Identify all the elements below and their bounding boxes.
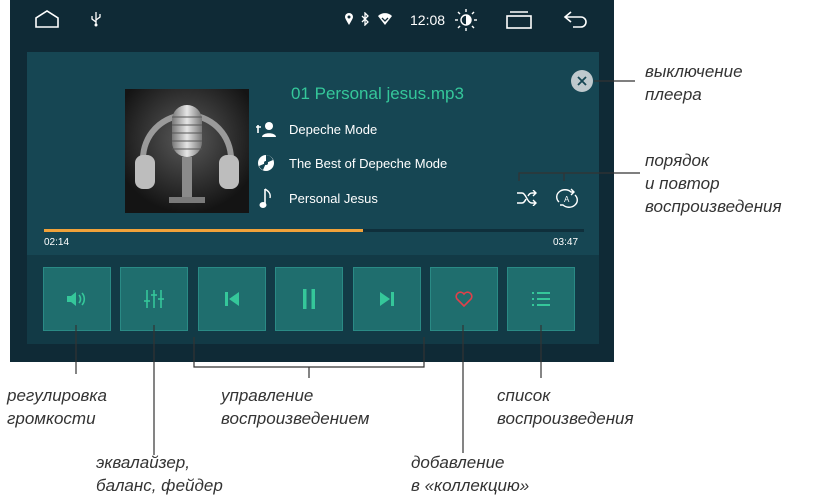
home-icon[interactable] (34, 8, 60, 30)
track-title: 01 Personal jesus.mp3 (291, 84, 464, 103)
shuffle-icon (517, 190, 537, 206)
next-track-button[interactable] (353, 267, 421, 331)
song-row: Personal Jesus (255, 187, 378, 209)
repeat-all-icon: A (556, 188, 578, 208)
repeat-button[interactable]: A (555, 186, 579, 210)
status-bar: 12:08 (10, 0, 614, 40)
annotation-line: воспроизведением (221, 409, 370, 428)
playlist-annotation: список воспроизведения (497, 384, 634, 430)
previous-track-button[interactable] (198, 267, 266, 331)
elapsed-time: 02:14 (44, 237, 70, 248)
progress-fill (44, 229, 363, 232)
annotation-line: список (497, 386, 551, 405)
mode-annotation: порядок и повтор воспроизведения (645, 149, 782, 218)
annotation-line: порядок (645, 151, 710, 170)
annotation-line: выключение (645, 62, 743, 81)
wifi-icon (376, 8, 394, 30)
equalizer-icon (144, 290, 164, 308)
play-pause-button[interactable] (275, 267, 343, 331)
device-screen: 12:08 01 Personal jesus.mp3 Depeche Mode… (10, 0, 614, 362)
next-track-icon (380, 292, 394, 306)
annotation-line: громкости (7, 409, 96, 428)
usb-icon (90, 8, 102, 30)
equalizer-button[interactable] (120, 267, 188, 331)
favorites-annotation: добавление в «коллекцию» (411, 451, 529, 497)
album-row: The Best of Depeche Mode (255, 152, 447, 174)
song-name: Personal Jesus (289, 190, 378, 206)
annotation-line: в «коллекцию» (411, 476, 530, 495)
heart-icon (455, 291, 473, 307)
recent-apps-icon[interactable] (505, 8, 533, 30)
svg-text:A: A (564, 195, 570, 204)
annotation-line: управление (221, 386, 314, 405)
shuffle-button[interactable] (515, 186, 539, 210)
annotation-line: добавление (411, 453, 505, 472)
brightness-icon[interactable] (453, 8, 479, 32)
artist-row: Depeche Mode (255, 118, 377, 140)
volume-button[interactable] (43, 267, 111, 331)
playback-annotation: управление воспроизведением (221, 384, 369, 430)
close-icon (577, 76, 587, 86)
total-time: 03:47 (553, 237, 579, 248)
pause-icon (303, 289, 315, 309)
disc-icon (255, 152, 277, 174)
bluetooth-icon (359, 8, 371, 30)
equalizer-annotation: эквалайзер, баланс, фейдер (96, 451, 223, 497)
back-icon[interactable] (562, 8, 590, 30)
annotation-line: воспроизведения (497, 409, 634, 428)
annotation-line: регулировка (7, 386, 107, 405)
clock: 12:08 (410, 12, 446, 28)
artist-icon (255, 118, 277, 140)
annotation-line: воспроизведения (645, 197, 782, 216)
add-to-favorites-button[interactable] (430, 267, 498, 331)
album-name: The Best of Depeche Mode (289, 155, 448, 171)
volume-icon (67, 292, 86, 306)
playlist-button[interactable] (507, 267, 575, 331)
annotation-line: баланс, фейдер (96, 476, 223, 495)
playlist-icon (532, 292, 550, 306)
annotation-line: эквалайзер, (96, 453, 190, 472)
previous-track-icon (225, 292, 239, 306)
annotation-line: плеера (645, 85, 702, 104)
artist-name: Depeche Mode (289, 121, 378, 137)
album-cover (125, 89, 249, 213)
music-note-icon (255, 187, 277, 209)
close-player-button[interactable] (571, 70, 593, 92)
volume-annotation: регулировка громкости (7, 384, 107, 430)
close-annotation: выключение плеера (645, 60, 743, 106)
annotation-line: и повтор (645, 174, 720, 193)
progress-bar[interactable] (44, 229, 584, 232)
location-icon (343, 8, 355, 30)
